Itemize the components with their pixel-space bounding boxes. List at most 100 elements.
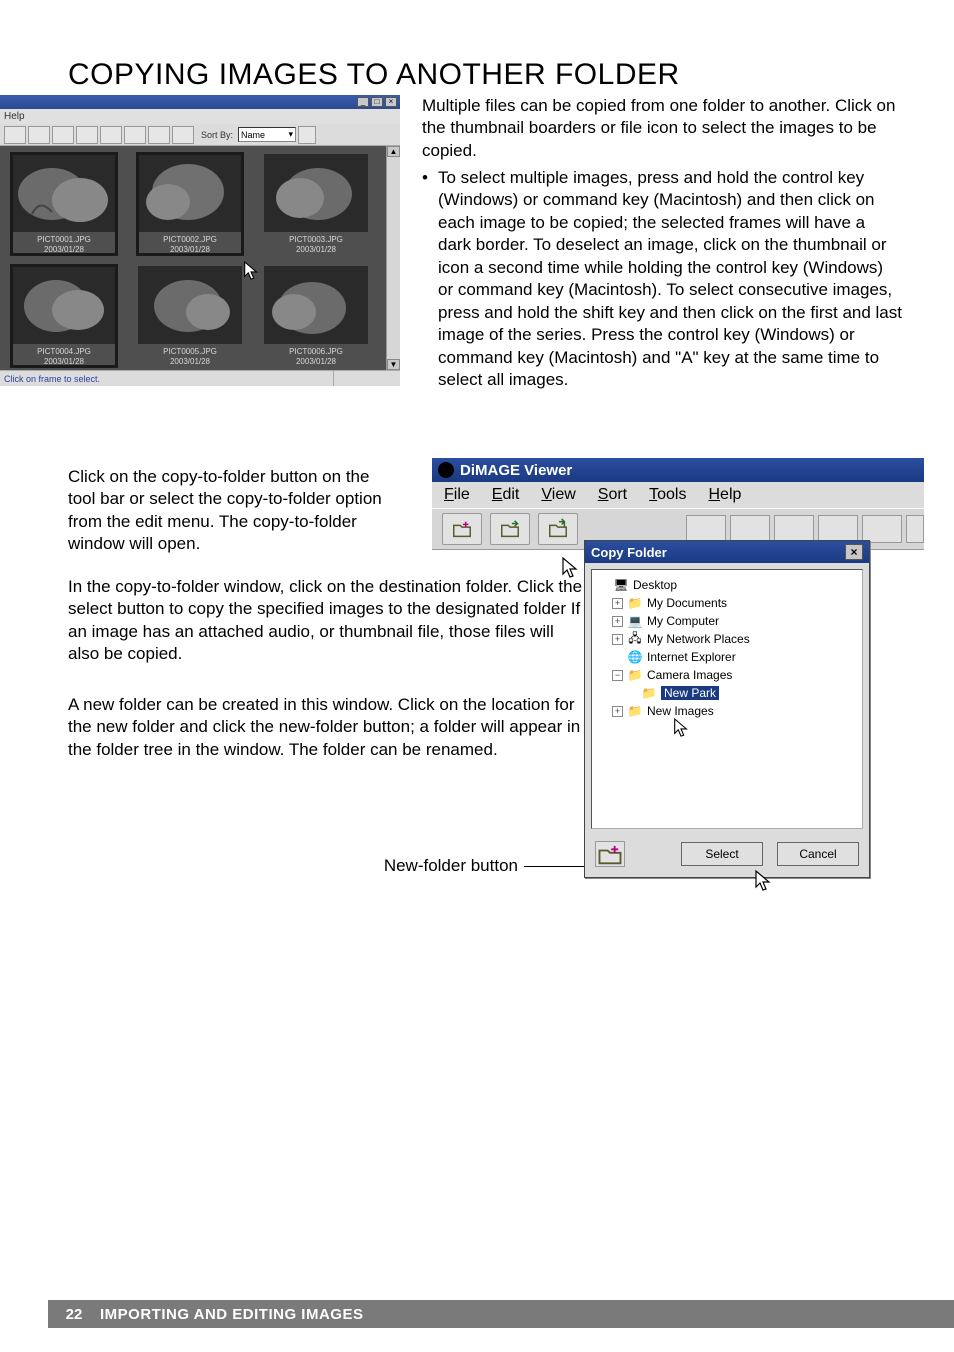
toolbar-button[interactable]	[298, 126, 316, 144]
copy-to-folder-button[interactable]	[538, 513, 578, 545]
thumbnail-item[interactable]: PICT0001.JPG2003/01/28	[12, 154, 116, 254]
tree-label: Desktop	[633, 578, 677, 592]
menu-view[interactable]: View	[541, 486, 575, 504]
cursor-icon	[672, 717, 690, 739]
thumbnail-image	[264, 154, 368, 232]
titlebar: DiMAGE Viewer	[432, 458, 924, 482]
tree-item-new-park[interactable]: 📁 New Park	[598, 684, 856, 702]
folder-icon: 📁	[627, 596, 643, 610]
menu-file[interactable]: File	[444, 486, 470, 504]
cursor-icon	[560, 556, 580, 580]
thumbnail-image	[138, 154, 242, 232]
cursor-icon	[753, 869, 773, 893]
paragraph-3: A new folder can be created in this wind…	[68, 694, 588, 761]
move-to-folder-button[interactable]	[490, 513, 530, 545]
thumbnail-caption: PICT0006.JPG2003/01/28	[264, 347, 368, 366]
new-folder-button[interactable]	[442, 513, 482, 545]
toolbar-button[interactable]	[124, 126, 146, 144]
new-folder-button-label: New-folder button	[68, 856, 518, 876]
tree-item-my-documents[interactable]: + 📁 My Documents	[598, 594, 856, 612]
close-icon[interactable]: ×	[385, 97, 397, 107]
close-icon[interactable]: ×	[845, 544, 863, 560]
thumbnail-window: _ □ × Help Sort By: Name▾ PICT0001.JPG20…	[0, 95, 400, 386]
thumbnail-item[interactable]: PICT0002.JPG2003/01/28	[138, 154, 242, 254]
thumbnail-area: PICT0001.JPG2003/01/28 PICT0002.JPG2003/…	[0, 146, 400, 370]
thumbnail-item[interactable]: PICT0005.JPG2003/01/28	[138, 266, 242, 366]
expand-icon[interactable]: +	[612, 616, 623, 627]
expand-icon[interactable]: +	[612, 598, 623, 609]
toolbar-button[interactable]	[28, 126, 50, 144]
minimize-icon[interactable]: _	[357, 97, 369, 107]
tree-item-ie[interactable]: 🌐 Internet Explorer	[598, 648, 856, 666]
toolbar: Sort By: Name▾	[0, 124, 400, 146]
thumbnail-item[interactable]: PICT0006.JPG2003/01/28	[264, 266, 368, 366]
computer-icon: 💻	[627, 614, 643, 628]
toolbar-button[interactable]	[172, 126, 194, 144]
expand-icon[interactable]: +	[612, 634, 623, 645]
expand-icon[interactable]: +	[612, 706, 623, 717]
tree-item-new-images[interactable]: + 📁 New Images	[598, 702, 856, 720]
tree-label: New Images	[647, 704, 714, 718]
intro-paragraph: Multiple files can be copied from one fo…	[422, 95, 902, 162]
status-bar: Click on frame to select.	[0, 370, 400, 386]
menu-tools[interactable]: Tools	[649, 486, 686, 504]
page-heading: COPYING IMAGES TO ANOTHER FOLDER	[68, 58, 906, 92]
section-title: IMPORTING AND EDITING IMAGES	[100, 1306, 363, 1323]
dialog-button-row: Select Cancel	[585, 835, 869, 877]
bullet-paragraph: To select multiple images, press and hol…	[422, 167, 902, 391]
toolbar-button[interactable]	[52, 126, 74, 144]
network-icon: 🖧	[627, 632, 643, 646]
toolbar-button[interactable]	[686, 515, 726, 543]
toolbar-button[interactable]	[76, 126, 98, 144]
toolbar-button[interactable]	[906, 515, 924, 543]
toolbar-button[interactable]	[862, 515, 902, 543]
thumbnail-caption: PICT0001.JPG2003/01/28	[12, 235, 116, 254]
folder-icon: 📁	[641, 686, 657, 700]
menu-help[interactable]: Help	[708, 486, 741, 504]
scrollbar[interactable]	[386, 146, 400, 370]
tree-item-camera-images[interactable]: − 📁 Camera Images	[598, 666, 856, 684]
cursor-icon	[242, 260, 260, 282]
folder-tree[interactable]: 🖥 Desktop + 📁 My Documents + 💻 My Comput…	[591, 569, 863, 829]
dialog-title: Copy Folder	[591, 545, 667, 560]
app-title: DiMAGE Viewer	[460, 462, 572, 479]
thumbnail-item[interactable]: PICT0004.JPG2003/01/28	[12, 266, 116, 366]
menu-bar[interactable]: Help	[0, 109, 400, 124]
titlebar: _ □ ×	[0, 95, 400, 109]
toolbar-button[interactable]	[818, 515, 858, 543]
tree-label: Camera Images	[647, 668, 732, 682]
cancel-button[interactable]: Cancel	[777, 842, 859, 866]
page-number: 22	[48, 1306, 100, 1323]
select-button[interactable]: Select	[681, 842, 763, 866]
toolbar-button[interactable]	[730, 515, 770, 543]
thumbnail-caption: PICT0004.JPG2003/01/28	[12, 347, 116, 366]
toolbar-button[interactable]	[100, 126, 122, 144]
sort-by-value: Name	[241, 130, 265, 140]
menu-bar: File Edit View Sort Tools Help	[432, 482, 924, 508]
dialog-titlebar: Copy Folder ×	[585, 541, 869, 563]
toolbar-button[interactable]	[4, 126, 26, 144]
collapse-icon[interactable]: −	[612, 670, 623, 681]
toolbar-button[interactable]	[148, 126, 170, 144]
folder-icon: 📁	[627, 704, 643, 718]
thumbnail-image	[264, 266, 368, 344]
thumbnail-item[interactable]: PICT0003.JPG2003/01/28	[264, 154, 368, 254]
tree-item-my-computer[interactable]: + 💻 My Computer	[598, 612, 856, 630]
page-footer: 22 IMPORTING AND EDITING IMAGES	[48, 1300, 954, 1328]
desktop-icon: 🖥	[613, 578, 629, 592]
toolbar-button[interactable]	[774, 515, 814, 543]
menu-sort[interactable]: Sort	[598, 486, 627, 504]
tree-label: My Documents	[647, 596, 727, 610]
tree-item-desktop[interactable]: 🖥 Desktop	[598, 576, 856, 594]
dimage-viewer-window: DiMAGE Viewer File Edit View Sort Tools …	[432, 458, 924, 550]
thumbnail-caption: PICT0003.JPG2003/01/28	[264, 235, 368, 254]
thumbnail-image	[12, 266, 116, 344]
paragraph-1: Click on the copy-to-folder button on th…	[68, 466, 398, 556]
menu-edit[interactable]: Edit	[492, 486, 520, 504]
maximize-icon[interactable]: □	[371, 97, 383, 107]
sort-by-select[interactable]: Name▾	[238, 127, 296, 142]
tree-item-my-network[interactable]: + 🖧 My Network Places	[598, 630, 856, 648]
new-folder-button[interactable]	[595, 841, 625, 867]
thumbnail-image	[12, 154, 116, 232]
tree-label: New Park	[661, 686, 719, 700]
